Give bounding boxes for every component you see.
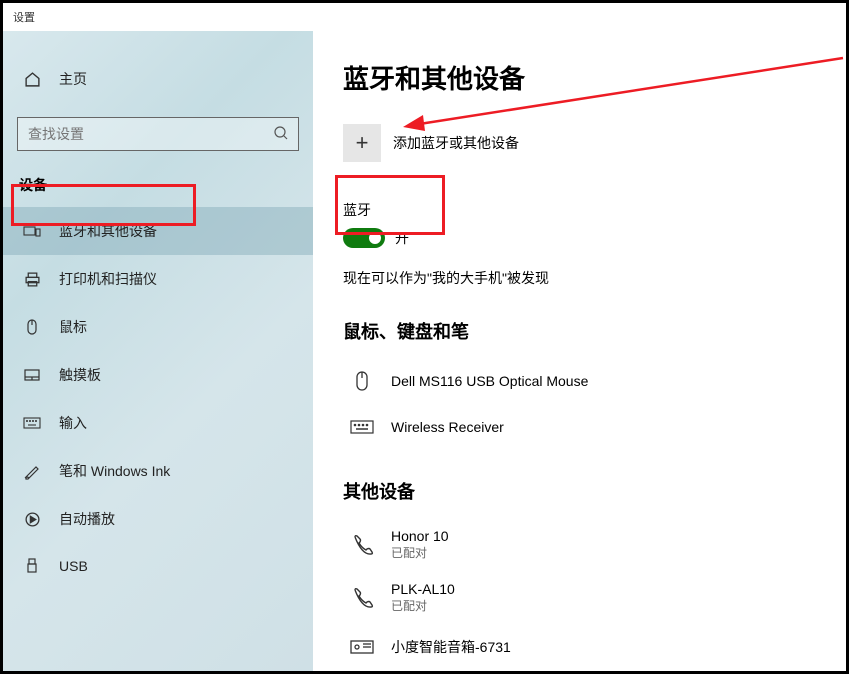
- keyboard-device-icon: [349, 414, 375, 440]
- touchpad-icon: [23, 366, 41, 384]
- device-name: 小度智能音箱-6731: [391, 637, 511, 657]
- page-title: 蓝牙和其他设备: [343, 59, 846, 96]
- sidebar-item-bluetooth[interactable]: 蓝牙和其他设备: [3, 207, 313, 255]
- sidebar-item-autoplay[interactable]: 自动播放: [3, 495, 313, 543]
- home-label: 主页: [59, 69, 87, 89]
- device-item[interactable]: PLK-AL10 已配对: [343, 571, 846, 624]
- mouse-icon: [23, 318, 41, 336]
- search-icon: [273, 125, 289, 146]
- device-name: Dell MS116 USB Optical Mouse: [391, 373, 588, 389]
- autoplay-icon: [23, 510, 41, 528]
- phone-icon: [349, 532, 375, 558]
- sidebar-section-header: 设备: [3, 169, 313, 207]
- discoverable-text: 现在可以作为"我的大手机"被发现: [343, 268, 846, 288]
- home-icon: [23, 70, 41, 88]
- sidebar-item-label: USB: [59, 558, 88, 574]
- device-status: 已配对: [391, 544, 449, 561]
- sidebar-item-touchpad[interactable]: 触摸板: [3, 351, 313, 399]
- mkb-section-title: 鼠标、键盘和笔: [343, 318, 846, 344]
- sidebar-item-mouse[interactable]: 鼠标: [3, 303, 313, 351]
- keyboard-icon: [23, 414, 41, 432]
- device-status: 已配对: [391, 597, 455, 614]
- sidebar-item-label: 自动播放: [59, 509, 115, 529]
- sidebar-item-label: 笔和 Windows Ink: [59, 461, 170, 481]
- bluetooth-toggle[interactable]: [343, 228, 385, 248]
- sidebar-item-typing[interactable]: 输入: [3, 399, 313, 447]
- devices-icon: [23, 222, 41, 240]
- sidebar-item-usb[interactable]: USB: [3, 543, 313, 589]
- device-item[interactable]: 小度智能音箱-6731: [343, 624, 846, 670]
- window-title: 设置: [3, 3, 846, 31]
- add-device-label: 添加蓝牙或其他设备: [393, 133, 519, 153]
- search-input[interactable]: [17, 117, 299, 151]
- device-item[interactable]: Wireless Receiver: [343, 404, 846, 450]
- sidebar-item-label: 触摸板: [59, 365, 101, 385]
- sidebar: 主页 设备 蓝牙和其他设备: [3, 31, 313, 671]
- sidebar-item-label: 鼠标: [59, 317, 87, 337]
- printer-icon: [23, 270, 41, 288]
- bluetooth-section-label: 蓝牙: [343, 200, 846, 220]
- sidebar-item-pen[interactable]: 笔和 Windows Ink: [3, 447, 313, 495]
- usb-icon: [23, 557, 41, 575]
- phone-icon: [349, 585, 375, 611]
- sidebar-item-label: 打印机和扫描仪: [59, 269, 157, 289]
- device-name: Wireless Receiver: [391, 419, 504, 435]
- device-item[interactable]: Honor 10 已配对: [343, 518, 846, 571]
- speaker-icon: [349, 634, 375, 660]
- add-device-button[interactable]: + 添加蓝牙或其他设备: [343, 124, 846, 162]
- sidebar-item-printers[interactable]: 打印机和扫描仪: [3, 255, 313, 303]
- sidebar-item-label: 输入: [59, 413, 87, 433]
- mouse-device-icon: [349, 368, 375, 394]
- other-section-title: 其他设备: [343, 478, 846, 504]
- plus-icon: +: [343, 124, 381, 162]
- sidebar-item-label: 蓝牙和其他设备: [59, 221, 157, 241]
- device-name: PLK-AL10: [391, 581, 455, 597]
- main-panel: 蓝牙和其他设备 + 添加蓝牙或其他设备 蓝牙 开 现在可以作为"我的大手机"被发…: [313, 31, 846, 671]
- home-link[interactable]: 主页: [3, 55, 313, 103]
- device-item[interactable]: Dell MS116 USB Optical Mouse: [343, 358, 846, 404]
- device-name: Honor 10: [391, 528, 449, 544]
- toggle-state-label: 开: [395, 228, 409, 248]
- pen-icon: [23, 462, 41, 480]
